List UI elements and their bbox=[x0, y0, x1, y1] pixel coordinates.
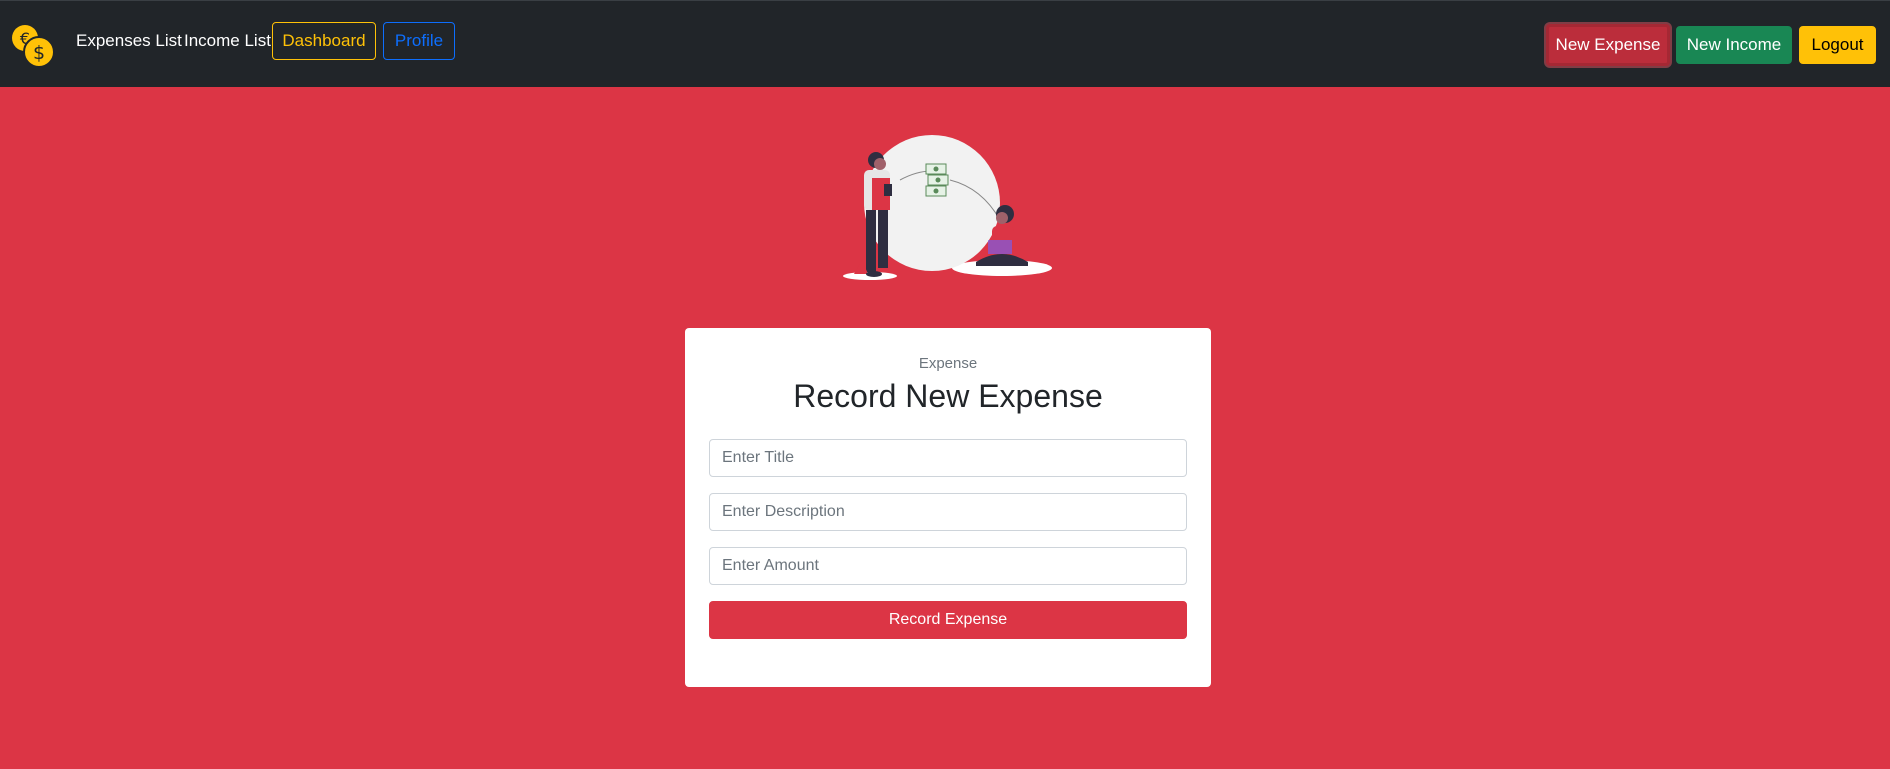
money-transfer-illustration bbox=[843, 135, 1052, 280]
nav-expenses-list[interactable]: Expenses List bbox=[76, 31, 182, 51]
nav-income-list[interactable]: Income List bbox=[184, 31, 271, 51]
coins-icon[interactable]: € $ bbox=[10, 23, 56, 69]
new-expense-button[interactable]: New Expense bbox=[1546, 24, 1670, 66]
svg-text:$: $ bbox=[33, 42, 45, 64]
card-subtitle: Expense bbox=[918, 355, 978, 372]
profile-button[interactable]: Profile bbox=[383, 22, 455, 60]
title-input[interactable] bbox=[709, 439, 1187, 477]
amount-input[interactable] bbox=[709, 547, 1187, 585]
record-expense-card: Expense Record New Expense Record Expens… bbox=[685, 328, 1211, 687]
page-title: Record New Expense bbox=[793, 378, 1103, 414]
new-income-button[interactable]: New Income bbox=[1676, 26, 1792, 64]
dashboard-button[interactable]: Dashboard bbox=[272, 22, 376, 60]
logout-button[interactable]: Logout bbox=[1799, 26, 1876, 64]
record-expense-button[interactable]: Record Expense bbox=[709, 601, 1187, 639]
navbar: € $ Expenses List Income List Dashboard … bbox=[0, 0, 1890, 87]
description-input[interactable] bbox=[709, 493, 1187, 531]
